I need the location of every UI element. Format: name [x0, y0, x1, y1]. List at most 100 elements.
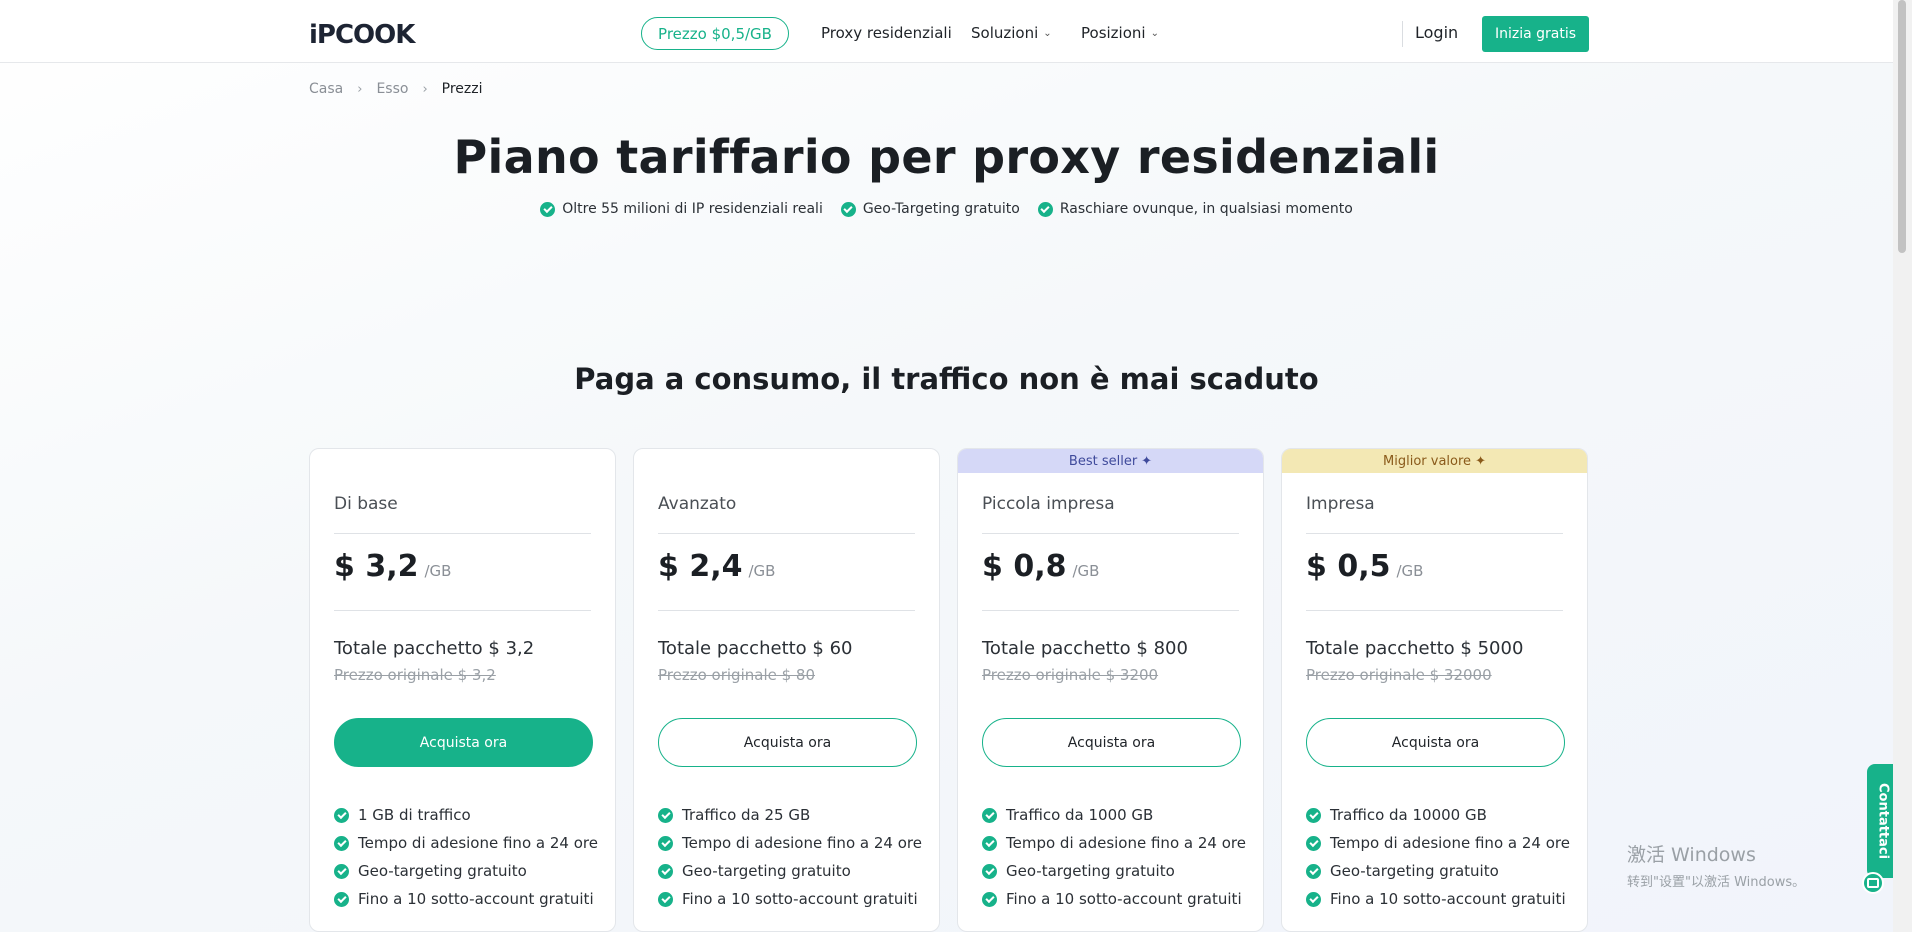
nav-soluzioni[interactable]: Soluzioni ⌄ — [971, 24, 1052, 42]
divider — [1306, 610, 1563, 611]
check-icon — [1306, 807, 1321, 823]
list-item: Tempo di adesione fino a 24 ore — [1306, 829, 1570, 857]
chat-icon[interactable] — [1862, 872, 1884, 894]
original-price: Prezzo originale $ 80 — [658, 666, 816, 684]
list-item: Geo-targeting gratuito — [1306, 857, 1570, 885]
feature-label: Fino a 10 sotto-account gratuiti — [682, 890, 918, 908]
check-icon — [334, 835, 349, 851]
list-item: Traffico da 25 GB — [658, 801, 922, 829]
original-price: Prezzo originale $ 3,2 — [334, 666, 496, 684]
buy-now-button[interactable]: Acquista ora — [982, 718, 1241, 767]
feature-label: Tempo di adesione fino a 24 ore — [358, 834, 598, 852]
breadcrumb-esso[interactable]: Esso — [376, 81, 408, 97]
feature-label: Geo-targeting gratuito — [358, 862, 527, 880]
hero-feature: Geo-Targeting gratuito — [840, 201, 1020, 217]
nav-label: Posizioni — [1081, 24, 1146, 42]
feature-label: Traffico da 10000 GB — [1330, 806, 1487, 824]
feature-label: Geo-targeting gratuito — [1330, 862, 1499, 880]
ribbon-label: Best seller — [1068, 453, 1138, 469]
page-title: Piano tariffario per proxy residenziali — [453, 130, 1440, 184]
nav-label: Proxy residenziali — [821, 24, 952, 42]
contact-tab[interactable]: Contattaci — [1867, 764, 1893, 878]
price-amount: $ 0,5 — [1306, 549, 1391, 584]
pricing-card-small-business: Best seller ✦ Piccola impresa $ 0,8 /GB … — [957, 448, 1264, 932]
check-icon — [658, 891, 673, 907]
check-icon — [1306, 863, 1321, 879]
plan-features: Traffico da 1000 GB Tempo di adesione fi… — [982, 801, 1246, 913]
chevron-right-icon: › — [422, 81, 428, 97]
feature-label: Tempo di adesione fino a 24 ore — [1006, 834, 1246, 852]
list-item: 1 GB di traffico — [334, 801, 598, 829]
check-icon — [334, 807, 349, 823]
plan-price: $ 0,5 /GB — [1306, 549, 1423, 584]
list-item: Fino a 10 sotto-account gratuiti — [658, 885, 922, 913]
check-icon — [334, 863, 349, 879]
feature-label: Geo-targeting gratuito — [1006, 862, 1175, 880]
buy-now-button[interactable]: Acquista ora — [658, 718, 917, 767]
list-item: Geo-targeting gratuito — [982, 857, 1246, 885]
check-icon — [658, 835, 673, 851]
chevron-down-icon: ⌄ — [1150, 27, 1159, 39]
check-icon — [982, 863, 997, 879]
check-icon — [982, 891, 997, 907]
check-icon — [840, 201, 856, 217]
login-link[interactable]: Login — [1415, 23, 1458, 42]
price-amount: $ 0,8 — [982, 549, 1067, 584]
buy-now-button[interactable]: Acquista ora — [1306, 718, 1565, 767]
hero-feature: Oltre 55 milioni di IP residenziali real… — [540, 201, 823, 217]
original-price: Prezzo originale $ 32000 — [1306, 666, 1492, 684]
price-amount: $ 3,2 — [334, 549, 419, 584]
list-item: Geo-targeting gratuito — [658, 857, 922, 885]
pricing-card-enterprise: Miglior valore ✦ Impresa $ 0,5 /GB Total… — [1281, 448, 1588, 932]
list-item: Fino a 10 sotto-account gratuiti — [334, 885, 598, 913]
divider — [334, 533, 591, 534]
hero-feature-label: Geo-Targeting gratuito — [862, 201, 1020, 217]
feature-label: 1 GB di traffico — [358, 806, 471, 824]
plan-name: Di base — [334, 494, 398, 514]
watermark-line2: 转到"设置"以激活 Windows。 — [1627, 875, 1806, 890]
divider — [982, 533, 1239, 534]
list-item: Traffico da 1000 GB — [982, 801, 1246, 829]
scrollbar-thumb[interactable] — [1898, 0, 1906, 253]
plan-name: Impresa — [1306, 494, 1375, 514]
feature-label: Traffico da 1000 GB — [1006, 806, 1154, 824]
start-free-button[interactable]: Inizia gratis — [1482, 16, 1589, 52]
feature-label: Fino a 10 sotto-account gratuiti — [1330, 890, 1566, 908]
sparkle-icon: ✦ — [1475, 453, 1486, 469]
windows-activation-watermark: 激活 Windows 转到"设置"以激活 Windows。 — [1627, 840, 1805, 890]
plan-price: $ 2,4 /GB — [658, 549, 775, 584]
check-icon — [1306, 835, 1321, 851]
feature-label: Tempo di adesione fino a 24 ore — [1330, 834, 1570, 852]
scrollbar[interactable] — [1893, 0, 1912, 932]
watermark-line1: 激活 Windows — [1627, 844, 1756, 866]
best-value-ribbon: Miglior valore ✦ — [1282, 449, 1587, 473]
price-unit: /GB — [1396, 562, 1424, 580]
feature-label: Geo-targeting gratuito — [682, 862, 851, 880]
logo[interactable]: iPCOOK — [309, 20, 415, 50]
feature-label: Tempo di adesione fino a 24 ore — [682, 834, 922, 852]
best-seller-ribbon: Best seller ✦ — [958, 449, 1263, 473]
plan-name: Piccola impresa — [982, 494, 1115, 514]
hero-feature-label: Oltre 55 milioni di IP residenziali real… — [562, 201, 823, 217]
check-icon — [982, 835, 997, 851]
breadcrumb-current: Prezzi — [441, 81, 483, 97]
site-header: iPCOOK Prezzo $0,5/GB Proxy residenziali… — [0, 0, 1893, 63]
list-item: Tempo di adesione fino a 24 ore — [334, 829, 598, 857]
nav-posizioni[interactable]: Posizioni ⌄ — [1081, 24, 1159, 42]
check-icon — [540, 201, 556, 217]
check-icon — [658, 863, 673, 879]
check-icon — [658, 807, 673, 823]
original-price: Prezzo originale $ 3200 — [982, 666, 1159, 684]
chevron-right-icon: › — [357, 81, 363, 97]
section-title: Paga a consumo, il traffico non è mai sc… — [574, 362, 1319, 396]
plan-features: Traffico da 10000 GB Tempo di adesione f… — [1306, 801, 1570, 913]
package-total: Totale pacchetto $ 5000 — [1306, 638, 1524, 659]
nav-label: Soluzioni — [971, 24, 1039, 42]
breadcrumb-home[interactable]: Casa — [309, 81, 343, 97]
price-pill-button[interactable]: Prezzo $0,5/GB — [641, 17, 789, 50]
ribbon-label: Miglior valore — [1383, 453, 1472, 469]
nav-proxy-residenziali[interactable]: Proxy residenziali — [821, 24, 952, 42]
buy-now-button[interactable]: Acquista ora — [334, 718, 593, 767]
check-icon — [1037, 201, 1053, 217]
feature-label: Fino a 10 sotto-account gratuiti — [1006, 890, 1242, 908]
